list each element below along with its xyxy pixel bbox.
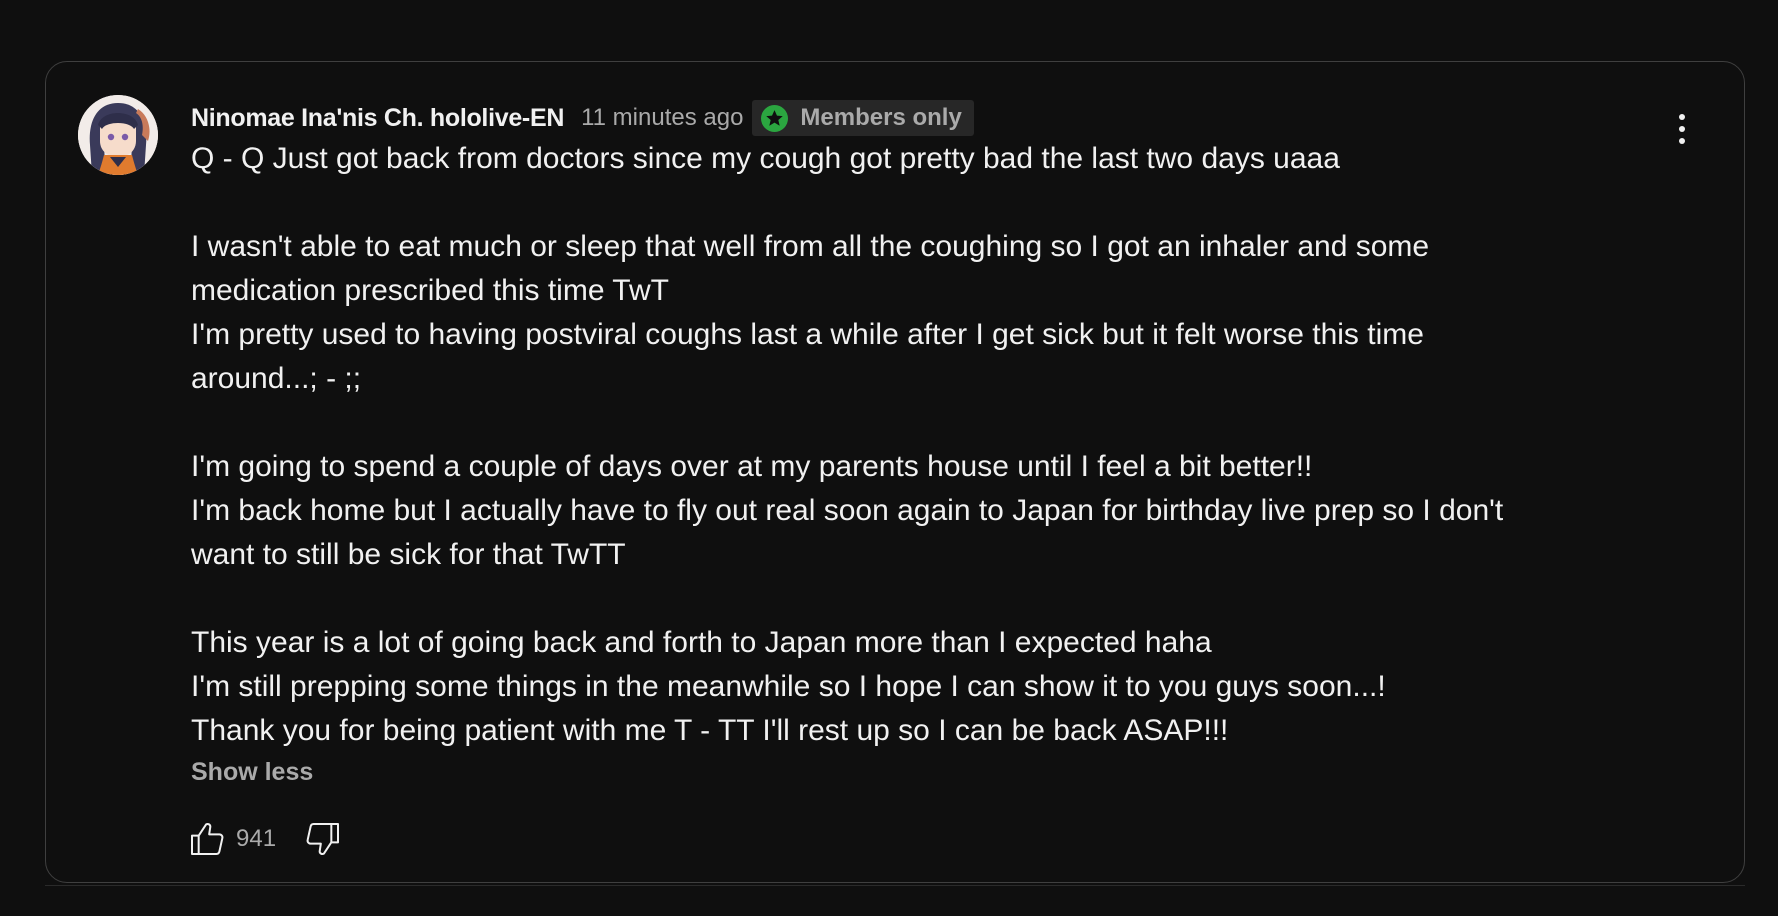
thumbs-down-icon: [306, 823, 340, 856]
body-line: I'm back home but I actually have to fly…: [191, 494, 1504, 527]
body-line: Thank you for being patient with me T - …: [191, 714, 1229, 747]
menu-dot: [1679, 126, 1685, 132]
avatar-image: [78, 95, 158, 175]
author-name[interactable]: Ninomae Ina'nis Ch. hololive-EN: [191, 104, 564, 133]
members-only-badge: Members only: [752, 100, 974, 136]
body-line: around...; - ;;: [191, 362, 362, 395]
post-body: Q - Q Just got back from doctors since m…: [191, 137, 1631, 753]
dislike-button[interactable]: [302, 818, 344, 860]
more-actions-button[interactable]: [1670, 114, 1694, 144]
body-line: I'm going to spend a couple of days over…: [191, 450, 1313, 483]
show-less-button[interactable]: Show less: [191, 758, 313, 787]
channel-avatar[interactable]: [78, 95, 158, 175]
body-line: I wasn't able to eat much or sleep that …: [191, 230, 1430, 263]
body-line-blank: [191, 181, 1631, 225]
post-timestamp[interactable]: 11 minutes ago: [581, 104, 743, 132]
badge-label: Members only: [800, 104, 962, 131]
body-line: I'm still prepping some things in the me…: [191, 670, 1386, 703]
body-line: I'm pretty used to having postviral coug…: [191, 318, 1424, 351]
star-badge-icon: [761, 104, 789, 132]
body-line: want to still be sick for that TwTT: [191, 538, 626, 571]
like-count: 941: [236, 825, 277, 852]
community-post-card: Ninomae Ina'nis Ch. hololive-EN 11 minut…: [45, 61, 1745, 883]
like-button[interactable]: [186, 818, 228, 860]
menu-dot: [1679, 138, 1685, 144]
post-actions: 941: [186, 818, 344, 860]
thumbs-up-icon: [191, 822, 224, 855]
body-line-blank: [191, 401, 1631, 445]
body-line-blank: [191, 577, 1631, 621]
body-line: medication prescribed this time TwT: [191, 274, 669, 307]
post-header: Ninomae Ina'nis Ch. hololive-EN 11 minut…: [191, 98, 974, 138]
body-line: This year is a lot of going back and for…: [191, 626, 1212, 659]
more-vert-icon: [1679, 114, 1685, 120]
section-divider: [45, 885, 1745, 886]
body-line: Q - Q Just got back from doctors since m…: [191, 142, 1340, 175]
